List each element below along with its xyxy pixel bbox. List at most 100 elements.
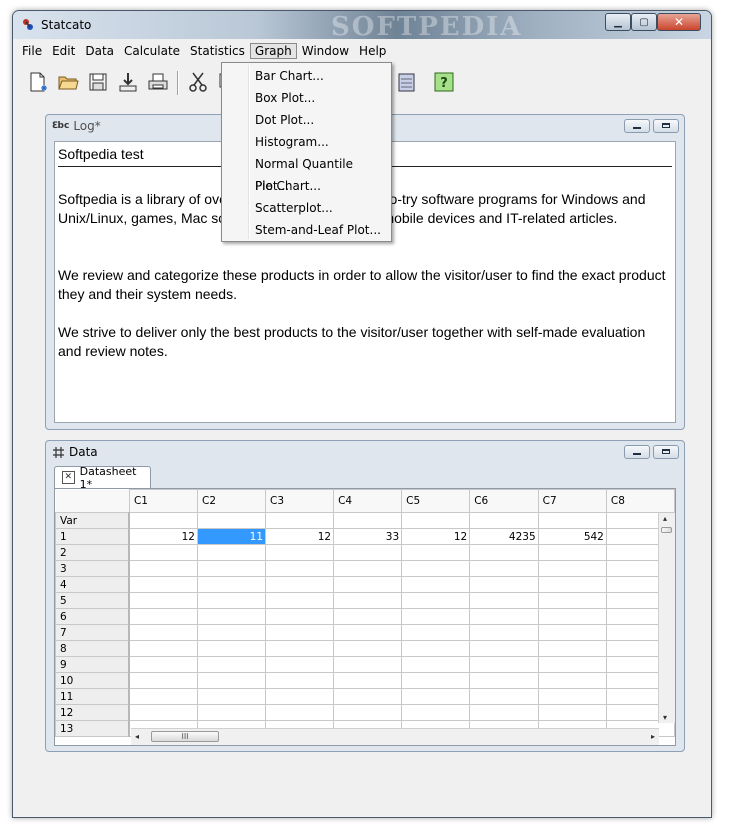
menu-item-bar-chart[interactable]: Bar Chart...	[224, 65, 389, 87]
var-cell[interactable]	[333, 512, 403, 529]
data-cell[interactable]	[265, 640, 335, 657]
data-cell[interactable]: 12	[265, 528, 335, 545]
horizontal-scroll-thumb[interactable]: III	[151, 731, 219, 742]
var-cell[interactable]	[401, 512, 471, 529]
data-cell[interactable]	[128, 592, 199, 609]
vertical-scrollbar[interactable]: ▴ ▾	[658, 513, 675, 723]
import-button[interactable]	[115, 69, 141, 95]
data-cell[interactable]	[401, 560, 471, 577]
data-cell[interactable]	[333, 656, 403, 673]
data-maximize-button[interactable]	[653, 445, 679, 459]
data-cell[interactable]	[265, 624, 335, 641]
data-cell[interactable]	[401, 576, 471, 593]
menu-statistics[interactable]: Statistics	[185, 43, 250, 59]
data-cell[interactable]	[265, 608, 335, 625]
log-maximize-button[interactable]	[653, 119, 679, 133]
data-cell[interactable]: 4235	[469, 528, 539, 545]
data-cell[interactable]	[196, 672, 267, 689]
data-cell[interactable]	[196, 560, 267, 577]
data-cell[interactable]	[265, 672, 335, 689]
cut-button[interactable]	[185, 69, 211, 95]
data-cell[interactable]	[333, 624, 403, 641]
menu-item-stem-and-leaf-plot[interactable]: Stem-and-Leaf Plot...	[224, 219, 389, 241]
data-cell[interactable]	[469, 688, 539, 705]
menu-help[interactable]: Help	[354, 43, 391, 59]
data-cell[interactable]	[469, 624, 539, 641]
data-cell[interactable]	[196, 688, 267, 705]
data-cell[interactable]	[128, 704, 199, 721]
data-cell[interactable]	[537, 640, 607, 657]
data-cell[interactable]	[128, 656, 199, 673]
data-cell[interactable]	[333, 672, 403, 689]
data-cell[interactable]	[469, 704, 539, 721]
data-cell[interactable]	[469, 608, 539, 625]
data-cell[interactable]	[333, 560, 403, 577]
data-cell[interactable]: 12	[128, 528, 199, 545]
close-button[interactable]: ✕	[657, 13, 701, 31]
data-cell[interactable]	[128, 672, 199, 689]
data-cell[interactable]	[196, 656, 267, 673]
data-cell[interactable]	[128, 544, 199, 561]
save-button[interactable]	[85, 69, 111, 95]
data-cell[interactable]	[196, 592, 267, 609]
row-number[interactable]: 11	[55, 688, 131, 705]
data-cell[interactable]	[333, 592, 403, 609]
menu-item-scatterplot[interactable]: Scatterplot...	[224, 197, 389, 219]
data-cell[interactable]	[265, 656, 335, 673]
data-cell[interactable]	[537, 672, 607, 689]
data-cell[interactable]	[401, 544, 471, 561]
row-number[interactable]: 12	[55, 704, 131, 721]
row-number[interactable]: 5	[55, 592, 131, 609]
row-number[interactable]: 1	[55, 528, 131, 545]
data-cell[interactable]	[196, 624, 267, 641]
data-cell[interactable]	[333, 544, 403, 561]
row-number[interactable]: 7	[55, 624, 131, 641]
scroll-up-icon[interactable]: ▴	[663, 514, 667, 523]
data-cell[interactable]	[401, 656, 471, 673]
var-cell[interactable]	[469, 512, 539, 529]
row-number[interactable]: 3	[55, 560, 131, 577]
row-number[interactable]: 13	[55, 720, 131, 737]
data-cell[interactable]	[265, 544, 335, 561]
tab-close-icon[interactable]: ✕	[62, 471, 75, 484]
data-cell[interactable]	[537, 576, 607, 593]
vertical-scroll-thumb[interactable]	[661, 527, 672, 533]
window-button[interactable]	[393, 69, 419, 95]
maximize-button[interactable]: ▢	[631, 13, 657, 31]
menu-graph[interactable]: Graph	[249, 43, 297, 59]
data-cell[interactable]	[469, 656, 539, 673]
column-header-c6[interactable]: C6	[469, 489, 539, 513]
data-cell[interactable]	[401, 592, 471, 609]
column-header-c5[interactable]: C5	[401, 489, 471, 513]
column-header-c3[interactable]: C3	[265, 489, 335, 513]
data-cell[interactable]: 33	[333, 528, 403, 545]
data-cell[interactable]	[469, 592, 539, 609]
menu-window[interactable]: Window	[297, 43, 354, 59]
menu-file[interactable]: File	[17, 43, 47, 59]
data-cell[interactable]	[469, 640, 539, 657]
data-cell[interactable]	[401, 672, 471, 689]
data-cell[interactable]	[265, 688, 335, 705]
open-button[interactable]	[55, 69, 81, 95]
data-cell[interactable]	[469, 560, 539, 577]
horizontal-scrollbar[interactable]: ◂ III ▸	[131, 728, 659, 745]
data-cell[interactable]	[333, 688, 403, 705]
print-button[interactable]	[145, 69, 171, 95]
row-number[interactable]: 9	[55, 656, 131, 673]
menu-item-dot-plot[interactable]: Dot Plot...	[224, 109, 389, 131]
data-title-bar[interactable]: Data	[46, 441, 684, 463]
data-cell[interactable]	[537, 656, 607, 673]
minimize-button[interactable]: ▁	[605, 13, 631, 31]
data-cell[interactable]	[537, 704, 607, 721]
row-number[interactable]: 8	[55, 640, 131, 657]
column-header-c1[interactable]: C1	[128, 489, 199, 513]
data-cell[interactable]	[537, 544, 607, 561]
menu-item-histogram[interactable]: Histogram...	[224, 131, 389, 153]
data-cell-selected[interactable]: 11	[196, 528, 267, 545]
row-number[interactable]: 2	[55, 544, 131, 561]
scroll-left-icon[interactable]: ◂	[135, 732, 139, 741]
column-header-c4[interactable]: C4	[333, 489, 403, 513]
menu-edit[interactable]: Edit	[47, 43, 80, 59]
data-cell[interactable]	[469, 576, 539, 593]
data-cell[interactable]	[128, 608, 199, 625]
